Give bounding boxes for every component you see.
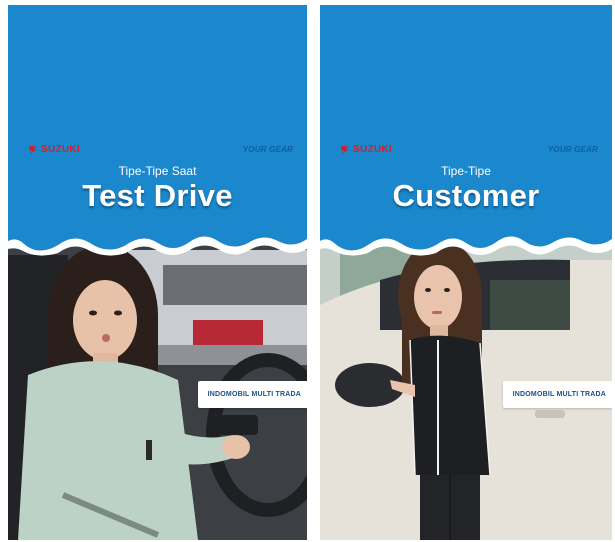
tagline: YOUR GEAR xyxy=(547,145,598,154)
brand-name: SUZUKI xyxy=(353,144,393,155)
suzuki-logo: SUZUKI xyxy=(340,144,392,155)
suzuki-logo: SUZUKI xyxy=(28,144,80,155)
video-title: Customer xyxy=(392,178,540,213)
suzuki-s-icon xyxy=(341,145,349,154)
video-title: Test Drive xyxy=(82,178,233,213)
suzuki-s-icon xyxy=(29,145,37,154)
brand-name: SUZUKI xyxy=(41,144,81,155)
video-card-customer[interactable]: SUZUKI YOUR GEAR Tipe-Tipe Customer INDO… xyxy=(320,5,612,540)
dealer-badge: INDOMOBIL MULTI TRADA xyxy=(197,381,307,408)
banner-wave-edge xyxy=(320,219,612,256)
banner-wave-edge xyxy=(8,219,307,256)
tagline: YOUR GEAR xyxy=(242,145,293,154)
dealer-badge: INDOMOBIL MULTI TRADA xyxy=(502,381,612,408)
video-card-test-drive[interactable]: SUZUKI YOUR GEAR Tipe-Tipe Saat Test Dri… xyxy=(8,5,307,540)
video-subtitle: Tipe-Tipe xyxy=(441,164,491,178)
video-subtitle: Tipe-Tipe Saat xyxy=(118,164,197,178)
